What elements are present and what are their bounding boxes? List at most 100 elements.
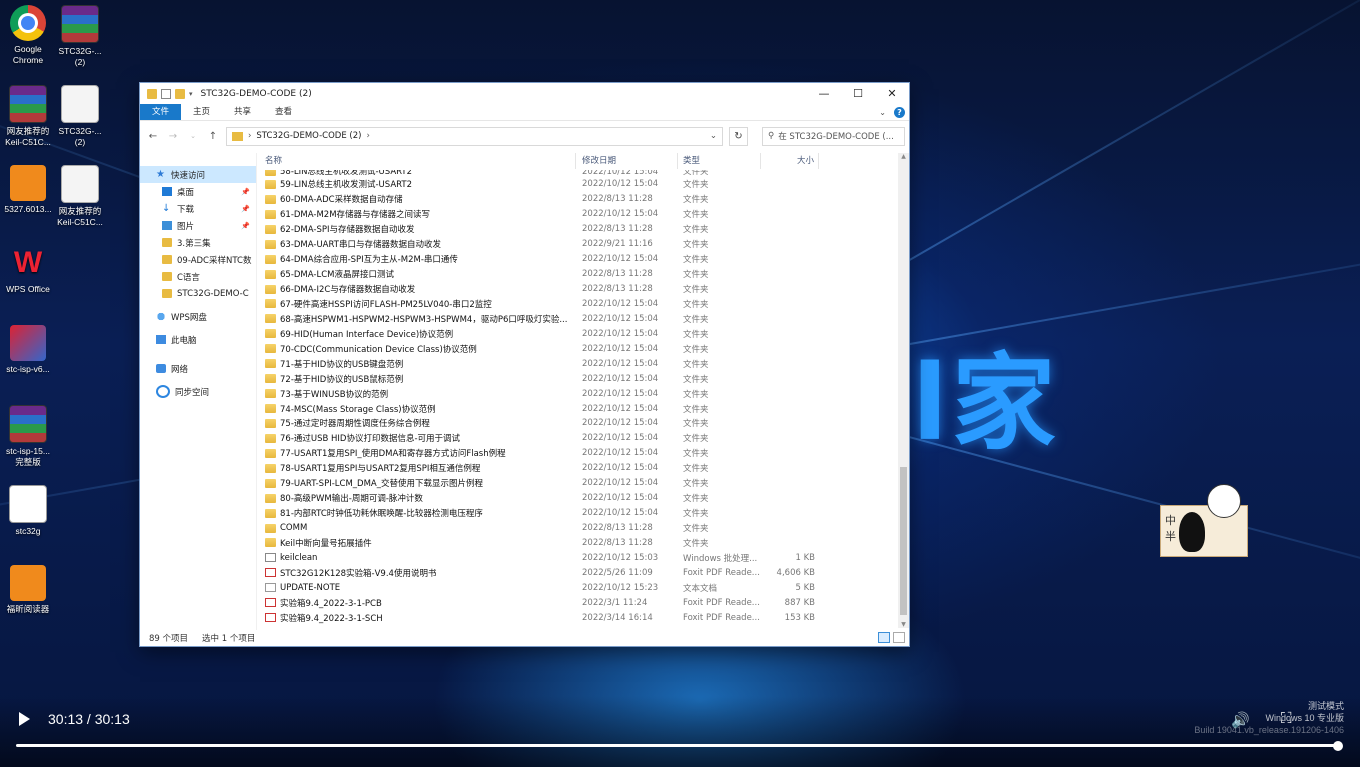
- desktop-shortcut[interactable]: STC32G-... (2): [52, 5, 108, 68]
- file-explorer-window[interactable]: ▾ STC32G-DEMO-CODE (2) — ☐ ✕ 文件 主页 共享 查看…: [140, 83, 909, 646]
- pin-icon[interactable]: 📌: [241, 222, 250, 230]
- nav-item-label: WPS网盘: [171, 312, 207, 323]
- file-row[interactable]: STC32G12K128实验箱-V9.4使用说明书 2022/5/26 11:09…: [257, 565, 907, 580]
- nav-item[interactable]: 09-ADC采样NTC数: [140, 251, 256, 268]
- pin-icon[interactable]: 📌: [241, 188, 250, 196]
- file-row[interactable]: 68-高速HSPWM1-HSPWM2-HSPWM3-HSPWM4，驱动P6口呼吸…: [257, 311, 907, 326]
- column-date-header[interactable]: 修改日期: [576, 153, 678, 169]
- file-row[interactable]: 60-DMA-ADC采样数据自动存储 2022/8/13 11:28 文件夹: [257, 192, 907, 207]
- desktop-shortcut[interactable]: 福昕阅读器: [0, 565, 56, 615]
- nav-item[interactable]: 此电脑: [140, 331, 256, 348]
- forward-icon[interactable]: →: [166, 131, 180, 142]
- nav-item[interactable]: 桌面 📌: [140, 183, 256, 200]
- progress-bar[interactable]: [16, 744, 1338, 747]
- search-input[interactable]: ⚲ 在 STC32G-DEMO-CODE (...: [762, 126, 905, 146]
- file-row[interactable]: 59-LIN总线主机收发测试-USART2 2022/10/12 15:04 文件夹: [257, 177, 907, 192]
- file-row[interactable]: 79-UART-SPI-LCM_DMA_交替使用下载显示图片例程 2022/10/…: [257, 476, 907, 491]
- file-type: 文件夹: [683, 195, 709, 206]
- file-row[interactable]: 实验箱9.4_2022-3-1-PCB 2022/3/1 11:24 Foxit P…: [257, 595, 907, 610]
- file-row[interactable]: 实验箱9.4_2022-3-1-SCH 2022/3/14 16:14 Foxit …: [257, 610, 907, 625]
- file-row[interactable]: 63-DMA-UART串口与存储器数据自动收发 2022/9/21 11:16 文件…: [257, 237, 907, 252]
- pin-icon[interactable]: 📌: [241, 205, 250, 213]
- desktop-shortcut[interactable]: stc-isp-15... 完整版: [0, 405, 56, 468]
- file-row[interactable]: 66-DMA-I2C与存储器数据自动收发 2022/8/13 11:28 文件夹: [257, 282, 907, 297]
- column-size-header[interactable]: 大小: [761, 153, 819, 169]
- file-row[interactable]: 70-CDC(Communication Device Class)协议范例 20…: [257, 341, 907, 356]
- back-icon[interactable]: ←: [146, 131, 160, 142]
- file-row[interactable]: 74-MSC(Mass Storage Class)协议范例 2022/10/12…: [257, 401, 907, 416]
- expand-ribbon-icon[interactable]: ⌄: [879, 108, 886, 117]
- scroll-up-icon[interactable]: ▲: [898, 153, 909, 160]
- nav-item[interactable]: ↓ 下载 📌: [140, 200, 256, 217]
- scroll-down-icon[interactable]: ▼: [898, 621, 909, 628]
- file-row[interactable]: UPDATE-NOTE 2022/10/12 15:23 文本文档 5 KB: [257, 580, 907, 595]
- file-row[interactable]: 69-HID(Human Interface Device)协议范例 2022/1…: [257, 326, 907, 341]
- file-row[interactable]: 58-LIN总线主机收发测试-USART2 2022/10/12 15:04 文件夹: [257, 170, 907, 177]
- file-row[interactable]: 67-硬件高速HSSPI访问FLASH-PM25LV040-串口2监控 2022/…: [257, 297, 907, 312]
- file-row[interactable]: 64-DMA综合应用-SPI互为主从-M2M-串口通传 2022/10/12 15…: [257, 252, 907, 267]
- scrollbar-thumb[interactable]: [900, 467, 907, 615]
- tab-file[interactable]: 文件: [140, 104, 182, 120]
- file-row[interactable]: keilclean 2022/10/12 15:03 Windows 批处理... 1…: [257, 550, 907, 565]
- recent-locations-icon[interactable]: ⌄: [186, 132, 200, 140]
- maximize-button[interactable]: ☐: [841, 87, 875, 100]
- file-row[interactable]: 76-通过USB HID协议打印数据信息-可用于调试 2022/10/12 15:…: [257, 431, 907, 446]
- chevron-down-icon[interactable]: ⌄: [710, 131, 717, 141]
- close-button[interactable]: ✕: [875, 87, 909, 100]
- help-icon[interactable]: ?: [894, 106, 905, 118]
- file-date: 2022/10/12 15:04: [582, 418, 659, 429]
- nav-item[interactable]: 网络: [140, 360, 256, 377]
- nav-item[interactable]: 图片 📌: [140, 217, 256, 234]
- properties-icon[interactable]: [161, 88, 171, 99]
- desktop-shortcut[interactable]: 5327.6013...: [0, 165, 56, 215]
- desktop-shortcut[interactable]: stc-isp-v6...: [0, 325, 56, 375]
- large-icons-view-icon[interactable]: [893, 632, 905, 643]
- watermark-line: Build 19041.vb_release.191206-1406: [1194, 725, 1344, 735]
- minimize-button[interactable]: —: [807, 87, 841, 100]
- nav-item[interactable]: 3.第三集: [140, 234, 256, 251]
- desktop-shortcut[interactable]: stc32g: [0, 485, 56, 537]
- file-row[interactable]: 77-USART1复用SPI_使用DMA和寄存器方式访问Flash例程 2022/…: [257, 446, 907, 461]
- desktop-shortcut[interactable]: W WPS Office: [0, 245, 56, 295]
- file-row[interactable]: 61-DMA-M2M存储器与存储器之间读写 2022/10/12 15:04 文件夹: [257, 207, 907, 222]
- file-row[interactable]: 62-DMA-SPI与存储器数据自动收发 2022/8/13 11:28 文件夹: [257, 222, 907, 237]
- file-row[interactable]: 65-DMA-LCM液晶屏接口测试 2022/8/13 11:28 文件夹: [257, 267, 907, 282]
- file-row[interactable]: 71-基于HID协议的USB键盘范例 2022/10/12 15:04 文件夹: [257, 356, 907, 371]
- file-name: COMM: [280, 523, 308, 534]
- progress-knob[interactable]: [1333, 741, 1343, 751]
- customize-dropdown-icon[interactable]: ▾: [189, 90, 193, 98]
- file-name-cell: 61-DMA-M2M存储器与存储器之间读写: [257, 208, 576, 220]
- vertical-scrollbar[interactable]: ▲ ▼: [898, 153, 909, 628]
- nav-item[interactable]: 同步空间: [140, 383, 256, 400]
- tab-home[interactable]: 主页: [181, 104, 222, 120]
- file-row[interactable]: 72-基于HID协议的USB鼠标范例 2022/10/12 15:04 文件夹: [257, 371, 907, 386]
- desktop-shortcut[interactable]: STC32G-... (2): [52, 85, 108, 148]
- nav-item-label: 此电脑: [171, 335, 197, 346]
- details-view-icon[interactable]: [878, 632, 890, 643]
- address-box[interactable]: › STC32G-DEMO-CODE (2) › ⌄: [226, 126, 723, 146]
- breadcrumb-path[interactable]: STC32G-DEMO-CODE (2): [256, 131, 361, 141]
- new-folder-icon[interactable]: [175, 88, 185, 99]
- up-icon[interactable]: ↑: [206, 131, 220, 142]
- tab-share[interactable]: 共享: [222, 104, 263, 120]
- play-icon[interactable]: [19, 712, 30, 726]
- nav-item[interactable]: ★ 快速访问: [140, 166, 256, 183]
- file-row[interactable]: 78-USART1复用SPI与USART2复用SPI相互通信例程 2022/10/…: [257, 461, 907, 476]
- tab-view[interactable]: 查看: [263, 104, 304, 120]
- file-row[interactable]: 73-基于WINUSB协议的范例 2022/10/12 15:04 文件夹: [257, 386, 907, 401]
- nav-item[interactable]: WPS网盘: [140, 308, 256, 325]
- file-row[interactable]: 81-内部RTC时钟低功耗休眠唤醒-比较器检测电压程序 2022/10/12 15…: [257, 506, 907, 521]
- column-type-header[interactable]: 类型: [678, 153, 761, 169]
- file-row[interactable]: 80-高级PWM输出-周期可调-脉冲计数 2022/10/12 15:04 文件夹: [257, 491, 907, 506]
- desktop-shortcut[interactable]: Google Chrome: [0, 5, 56, 66]
- file-date: 2022/10/12 15:04: [582, 388, 659, 399]
- title-bar[interactable]: ▾ STC32G-DEMO-CODE (2) — ☐ ✕: [140, 83, 909, 104]
- file-row[interactable]: Keil中断向量号拓展插件 2022/8/13 11:28 文件夹: [257, 536, 907, 551]
- refresh-icon[interactable]: ↻: [729, 126, 748, 146]
- desktop-shortcut[interactable]: 网友推荐的 Keil-C51C...: [52, 165, 108, 228]
- nav-item[interactable]: STC32G-DEMO-C: [140, 285, 256, 302]
- desktop-shortcut[interactable]: 网友推荐的 Keil-C51C...: [0, 85, 56, 148]
- file-row[interactable]: COMM 2022/8/13 11:28 文件夹: [257, 521, 907, 536]
- file-row[interactable]: 75-通过定时器周期性调度任务综合例程 2022/10/12 15:04 文件夹: [257, 416, 907, 431]
- nav-item[interactable]: C语言: [140, 268, 256, 285]
